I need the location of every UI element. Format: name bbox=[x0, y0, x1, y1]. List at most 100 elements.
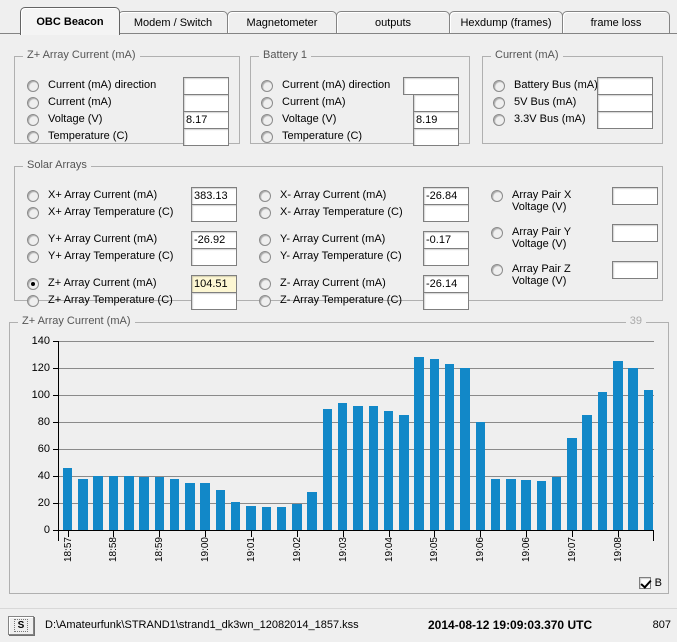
textbox-x-array-temperature-c[interactable] bbox=[191, 204, 237, 222]
chart-bar[interactable] bbox=[276, 507, 287, 530]
chart-bar[interactable] bbox=[460, 368, 470, 530]
tab-obc-beacon[interactable]: OBC Beacon bbox=[20, 7, 120, 35]
chart-bar[interactable] bbox=[567, 438, 577, 530]
chart-bar[interactable] bbox=[383, 411, 394, 530]
radio-button-voltage-v[interactable] bbox=[27, 114, 39, 126]
radio-row-z-array-temperature-c[interactable]: Z- Array Temperature (C) bbox=[259, 294, 402, 307]
radio-button-z-array-current-ma[interactable] bbox=[259, 278, 271, 290]
chart-bar[interactable] bbox=[139, 477, 149, 530]
textbox-array-pair-x-voltage-v[interactable] bbox=[612, 187, 658, 205]
radio-row-temperature-c[interactable]: Temperature (C) bbox=[261, 130, 362, 143]
chart-bar[interactable] bbox=[368, 405, 378, 530]
chart-bar[interactable] bbox=[231, 501, 241, 530]
chart-bar[interactable] bbox=[261, 507, 272, 530]
radio-row-current-ma[interactable]: Current (mA) bbox=[27, 96, 112, 109]
textbox-z-array-temperature-c[interactable] bbox=[191, 292, 237, 310]
radio-button-current-ma[interactable] bbox=[27, 97, 39, 109]
radio-row-y-array-temperature-c[interactable]: Y+ Array Temperature (C) bbox=[27, 250, 173, 263]
radio-button-5v-bus-ma[interactable] bbox=[493, 97, 505, 109]
textbox-z-array-temperature-c[interactable] bbox=[423, 292, 469, 310]
chart-bar[interactable] bbox=[536, 481, 547, 530]
textbox-y-array-current-ma[interactable]: -0.17 bbox=[423, 231, 469, 249]
radio-button-current-ma-direction[interactable] bbox=[261, 80, 273, 92]
textbox-current-ma-direction[interactable] bbox=[183, 77, 229, 95]
chart-bar[interactable] bbox=[414, 357, 424, 530]
chart-bar[interactable] bbox=[322, 408, 333, 530]
radio-row-x-array-current-ma[interactable]: X- Array Current (mA) bbox=[259, 189, 386, 202]
chart-bar[interactable] bbox=[185, 482, 195, 530]
tab-outputs[interactable]: outputs bbox=[336, 11, 450, 34]
radio-row-z-array-current-ma[interactable]: Z- Array Current (mA) bbox=[259, 277, 386, 290]
tab-hexdump-frames[interactable]: Hexdump (frames) bbox=[449, 11, 563, 34]
textbox-current-ma[interactable] bbox=[183, 94, 229, 112]
chart-bar[interactable] bbox=[551, 477, 562, 530]
radio-button-array-pair-y-voltage-v[interactable] bbox=[491, 227, 503, 239]
chart-bar[interactable] bbox=[246, 505, 256, 530]
chart-bar[interactable] bbox=[337, 403, 348, 530]
radio-button-z-array-temperature-c[interactable] bbox=[259, 295, 271, 307]
textbox-z-array-current-ma[interactable]: -26.14 bbox=[423, 275, 469, 293]
radio-button-current-ma[interactable] bbox=[261, 97, 273, 109]
textbox-3-3v-bus-ma[interactable] bbox=[597, 111, 653, 129]
radio-row-y-array-temperature-c[interactable]: Y- Array Temperature (C) bbox=[259, 250, 402, 263]
radio-button-x-array-current-ma[interactable] bbox=[27, 190, 39, 202]
textbox-x-array-current-ma[interactable]: 383.13 bbox=[191, 187, 237, 205]
textbox-voltage-v[interactable]: 8.19 bbox=[413, 111, 459, 129]
textbox-y-array-current-ma[interactable]: -26.92 bbox=[191, 231, 237, 249]
chart-bar[interactable] bbox=[215, 489, 226, 530]
textbox-temperature-c[interactable] bbox=[183, 128, 229, 146]
radio-button-array-pair-x-voltage-v[interactable] bbox=[491, 190, 503, 202]
textbox-x-array-current-ma[interactable]: -26.84 bbox=[423, 187, 469, 205]
radio-row-x-array-temperature-c[interactable]: X+ Array Temperature (C) bbox=[27, 206, 173, 219]
radio-button-y-array-temperature-c[interactable] bbox=[259, 251, 271, 263]
chart-bar[interactable] bbox=[399, 415, 409, 530]
chart-plot-area[interactable]: 0 20 40 60 80 100 120 140 bbox=[32, 335, 654, 536]
tab-magnetometer[interactable]: Magnetometer bbox=[227, 11, 337, 34]
chart-bar[interactable] bbox=[643, 389, 654, 530]
radio-row-current-ma-direction[interactable]: Current (mA) direction bbox=[27, 79, 156, 92]
radio-row-voltage-v[interactable]: Voltage (V) bbox=[27, 113, 102, 126]
textbox-x-array-temperature-c[interactable] bbox=[423, 204, 469, 222]
textbox-y-array-temperature-c[interactable] bbox=[423, 248, 469, 266]
tab-modem-switch[interactable]: Modem / Switch bbox=[118, 11, 228, 34]
radio-row-z-array-temperature-c[interactable]: Z+ Array Temperature (C) bbox=[27, 294, 173, 307]
chart-bar[interactable] bbox=[597, 392, 608, 530]
radio-row-x-array-current-ma[interactable]: X+ Array Current (mA) bbox=[27, 189, 157, 202]
chart-bar[interactable] bbox=[169, 478, 180, 530]
radio-button-temperature-c[interactable] bbox=[261, 131, 273, 143]
chart-bar[interactable] bbox=[475, 422, 485, 530]
radio-row-y-array-current-ma[interactable]: Y- Array Current (mA) bbox=[259, 233, 385, 246]
textbox-5v-bus-ma[interactable] bbox=[597, 94, 653, 112]
textbox-current-ma-direction[interactable] bbox=[403, 77, 459, 95]
radio-row-array-pair-z-voltage-v[interactable]: Array Pair Z Voltage (V) bbox=[491, 263, 571, 287]
chart-bar[interactable] bbox=[613, 361, 623, 530]
stop-button[interactable]: S bbox=[8, 616, 34, 635]
radio-row-x-array-temperature-c[interactable]: X- Array Temperature (C) bbox=[259, 206, 403, 219]
chart-bar[interactable] bbox=[62, 467, 73, 530]
radio-button-battery-bus-ma[interactable] bbox=[493, 80, 505, 92]
chart-bar[interactable] bbox=[628, 368, 638, 530]
chart-legend[interactable]: B bbox=[638, 577, 662, 589]
textbox-array-pair-y-voltage-v[interactable] bbox=[612, 224, 658, 242]
chart-bar[interactable] bbox=[444, 363, 455, 530]
textbox-temperature-c[interactable] bbox=[413, 128, 459, 146]
textbox-current-ma[interactable] bbox=[413, 94, 459, 112]
radio-button-z-array-temperature-c[interactable] bbox=[27, 295, 39, 307]
textbox-voltage-v[interactable]: 8.17 bbox=[183, 111, 229, 129]
radio-row-temperature-c[interactable]: Temperature (C) bbox=[27, 130, 128, 143]
radio-button-x-array-current-ma[interactable] bbox=[259, 190, 271, 202]
chart-bar[interactable] bbox=[490, 478, 501, 530]
radio-row-array-pair-y-voltage-v[interactable]: Array Pair Y Voltage (V) bbox=[491, 226, 571, 250]
radio-button-array-pair-z-voltage-v[interactable] bbox=[491, 264, 503, 276]
radio-button-y-array-current-ma[interactable] bbox=[27, 234, 39, 246]
chart-bar[interactable] bbox=[429, 358, 440, 530]
tab-frame-loss[interactable]: frame loss bbox=[562, 11, 670, 34]
radio-button-y-array-temperature-c[interactable] bbox=[27, 251, 39, 263]
radio-button-x-array-temperature-c[interactable] bbox=[27, 207, 39, 219]
chart-bar[interactable] bbox=[154, 477, 165, 530]
radio-button-z-array-current-ma[interactable] bbox=[27, 278, 39, 290]
chart-bar[interactable] bbox=[124, 476, 134, 530]
radio-button-3-3v-bus-ma[interactable] bbox=[493, 114, 505, 126]
radio-button-x-array-temperature-c[interactable] bbox=[259, 207, 271, 219]
chart-bar[interactable] bbox=[200, 482, 210, 530]
